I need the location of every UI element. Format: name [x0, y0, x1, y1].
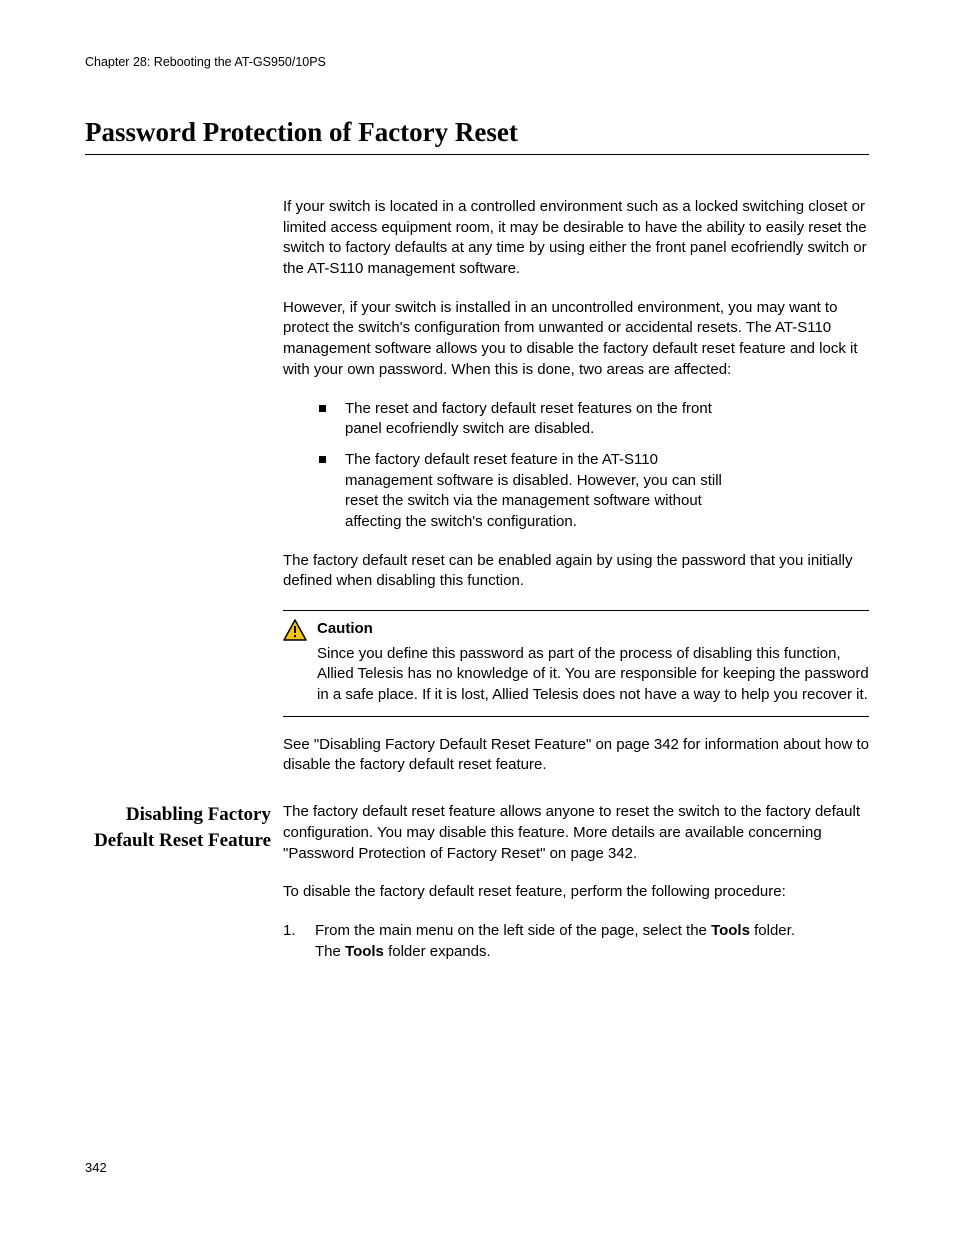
- section-title: Password Protection of Factory Reset: [85, 117, 869, 155]
- paragraph: The factory default reset feature allows…: [283, 802, 869, 864]
- body-column: If your switch is located in a controlle…: [283, 197, 869, 776]
- step-text: folder.: [750, 922, 795, 939]
- paragraph: See "Disabling Factory Default Reset Fea…: [283, 735, 869, 776]
- bold-text: Tools: [711, 922, 750, 939]
- side-heading: Disabling Factory Default Reset Feature: [85, 802, 283, 853]
- paragraph: To disable the factory default reset fea…: [283, 882, 869, 903]
- caution-box: Caution Since you define this password a…: [283, 610, 869, 717]
- paragraph: However, if your switch is installed in …: [283, 298, 869, 381]
- page-number: 342: [85, 1160, 107, 1175]
- procedure-step: 1. From the main menu on the left side o…: [283, 921, 869, 962]
- caution-label: Caution: [317, 619, 869, 640]
- chapter-header: Chapter 28: Rebooting the AT-GS950/10PS: [85, 55, 869, 69]
- list-item: The factory default reset feature in the…: [319, 450, 745, 533]
- paragraph: The factory default reset can be enabled…: [283, 551, 869, 592]
- paragraph: If your switch is located in a controlle…: [283, 197, 869, 280]
- list-item: The reset and factory default reset feat…: [319, 399, 745, 440]
- document-page: Chapter 28: Rebooting the AT-GS950/10PS …: [0, 0, 954, 1235]
- step-text: From the main menu on the left side of t…: [315, 922, 711, 939]
- procedure-list: 1. From the main menu on the left side o…: [283, 921, 869, 962]
- subsection: Disabling Factory Default Reset Feature …: [85, 802, 869, 968]
- subsection-body: The factory default reset feature allows…: [283, 802, 869, 968]
- bold-text: Tools: [345, 943, 384, 960]
- step-text: The: [315, 943, 345, 960]
- step-text: folder expands.: [384, 943, 491, 960]
- caution-text: Since you define this password as part o…: [317, 644, 869, 706]
- bullet-list: The reset and factory default reset feat…: [319, 399, 869, 533]
- step-number: 1.: [283, 921, 296, 942]
- warning-icon: [283, 619, 307, 648]
